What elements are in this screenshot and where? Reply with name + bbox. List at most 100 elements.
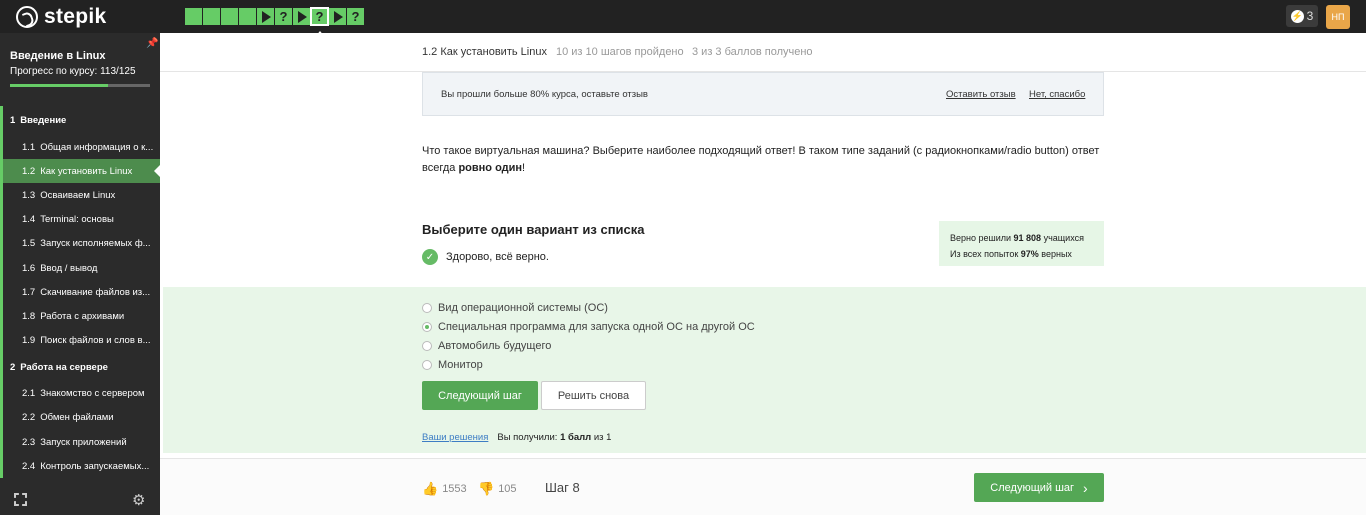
course-title[interactable]: Введение в Linux <box>10 50 106 62</box>
stats-attempts-value: 97% <box>1020 249 1039 259</box>
sidebar-item-number: 1.6 <box>22 262 36 274</box>
step-navigation: ??? <box>185 7 364 37</box>
sidebar-lesson-1-7[interactable]: 1.7 Скачивание файлов из... <box>0 280 160 305</box>
brand-name: stepik <box>44 5 107 28</box>
sidebar-item-number: 2.2 <box>22 412 36 424</box>
radio-button[interactable] <box>422 302 432 313</box>
sidebar-item-number: 1.2 <box>22 165 36 177</box>
sidebar-item-label: Поиск файлов и слов в... <box>40 335 151 347</box>
sidebar-item-number: 1.9 <box>22 335 36 347</box>
next-step-button[interactable]: Следующий шаг <box>422 381 538 410</box>
sidebar-item-label: Знакомство с сервером <box>40 388 145 400</box>
stats-solved-value: 91 808 <box>1013 233 1042 243</box>
gear-icon[interactable]: ⚙ <box>132 491 145 509</box>
sidebar-lesson-1-8[interactable]: 1.8 Работа с архивами <box>0 304 160 329</box>
pin-icon[interactable]: 📌 <box>146 38 158 49</box>
like-button[interactable]: 👍 1553 <box>422 481 467 497</box>
sidebar-lesson-2-4[interactable]: 2.4 Контроль запускаемых... <box>0 454 160 479</box>
step-quiz-6[interactable]: ? <box>275 8 292 25</box>
answer-option-label: Автомобиль будущего <box>438 339 552 352</box>
sidebar-item-label: Общая информация о к... <box>40 141 154 153</box>
step-label: Шаг 8 <box>545 480 580 495</box>
step-text-1[interactable] <box>185 8 202 25</box>
radio-button[interactable] <box>422 321 432 332</box>
radio-button[interactable] <box>422 359 432 370</box>
leave-review-link[interactable]: Оставить отзыв <box>946 89 1016 100</box>
sidebar-item-label: Как установить Linux <box>40 165 133 177</box>
sidebar-section-2[interactable]: 2 Работа на сервере <box>0 352 160 382</box>
thumbs-up-icon: 👍 <box>422 481 439 496</box>
answer-option[interactable]: Вид операционной системы (ОС) <box>422 298 755 317</box>
step-text-3[interactable] <box>221 8 238 25</box>
sidebar-lesson-2-1[interactable]: 2.1 Знакомство с сервером <box>0 381 160 406</box>
sidebar-item-label: Terminal: основы <box>40 214 114 226</box>
sidebar-lesson-2-3[interactable]: 2.3 Запуск приложений <box>0 430 160 455</box>
play-icon <box>262 10 271 23</box>
question-icon: ? <box>315 9 324 24</box>
sidebar-item-number: 1.5 <box>22 238 36 250</box>
sidebar-lesson-1-4[interactable]: 1.4 Terminal: основы <box>0 207 160 232</box>
footer-next-step-button[interactable]: Следующий шаг › <box>974 473 1104 502</box>
answer-option-label: Монитор <box>438 358 483 371</box>
avatar[interactable]: НП <box>1326 5 1350 29</box>
question-text-bold: ровно один <box>458 162 523 174</box>
sidebar-item-label: Обмен файлами <box>40 412 114 424</box>
answer-option-label: Специальная программа для запуска одной … <box>438 320 755 333</box>
sidebar-lesson-1-3[interactable]: 1.3 Осваиваем Linux <box>0 183 160 208</box>
answer-option[interactable]: Специальная программа для запуска одной … <box>422 317 755 336</box>
step-footer: 👍 1553 👎 105 Шаг 8 Следующий шаг › <box>160 458 1366 515</box>
dislike-count: 105 <box>498 483 517 495</box>
sidebar-lesson-1-2[interactable]: 1.2 Как установить Linux <box>0 159 160 184</box>
sidebar-lesson-1-9[interactable]: 1.9 Поиск файлов и слов в... <box>0 328 160 353</box>
no-thanks-link[interactable]: Нет, спасибо <box>1029 89 1085 100</box>
footer-next-step-label: Следующий шаг <box>990 481 1075 494</box>
your-solutions-link[interactable]: Ваши решения <box>422 432 488 443</box>
step-video-9[interactable] <box>329 8 346 25</box>
sidebar-item-label: Работа с архивами <box>40 310 125 322</box>
step-quiz-8[interactable]: ? <box>310 7 329 37</box>
stats-attempts: Из всех попыток 97% верных <box>950 246 1104 262</box>
score-line: Ваши решения Вы получили: 1 балл из 1 <box>422 432 611 443</box>
chevron-right-icon: › <box>1083 479 1088 496</box>
answer-option[interactable]: Монитор <box>422 355 755 374</box>
sidebar-item-number: 2 <box>10 361 16 373</box>
answer-option-label: Вид операционной системы (ОС) <box>438 301 608 314</box>
sidebar-section-1[interactable]: 1 Введение <box>0 106 160 135</box>
step-text-2[interactable] <box>203 8 220 25</box>
score-prefix: Вы получили: <box>497 432 561 443</box>
question-text-end: ! <box>522 162 526 174</box>
dislike-button[interactable]: 👎 105 <box>478 481 517 497</box>
like-count: 1553 <box>442 483 467 495</box>
radio-button[interactable] <box>422 340 432 351</box>
sidebar-item-number: 1.1 <box>22 141 36 153</box>
sidebar-item-number: 1.7 <box>22 286 36 298</box>
play-icon <box>298 10 307 23</box>
stepik-logo[interactable]: stepik <box>16 5 107 29</box>
energy-indicator[interactable]: ⚡ 3 <box>1286 5 1318 27</box>
top-bar: stepik ??? ⚡ 3 НП <box>0 0 1366 37</box>
sidebar-item-label: Введение <box>20 115 67 126</box>
course-sidebar: 📌 Введение в Linux Прогресс по курсу: 11… <box>0 33 160 515</box>
step-video-7[interactable] <box>293 8 310 25</box>
correct-message: ✓ Здорово, всё верно. <box>422 249 549 265</box>
sidebar-item-number: 1.8 <box>22 310 36 322</box>
step-video-5[interactable] <box>257 8 274 25</box>
sidebar-item-label: Работа на сервере <box>20 361 108 373</box>
sidebar-lesson-1-6[interactable]: 1.6 Ввод / вывод <box>0 255 160 281</box>
sidebar-lesson-2-2[interactable]: 2.2 Обмен файлами <box>0 405 160 431</box>
retry-button[interactable]: Решить снова <box>541 381 646 410</box>
sidebar-lesson-1-1[interactable]: 1.1 Общая информация о к... <box>0 135 160 160</box>
answer-options: Вид операционной системы (ОС) Специальная… <box>422 298 755 374</box>
score-suffix: из 1 <box>591 432 612 443</box>
lesson-header: 1.2 Как установить Linux 10 из 10 шагов … <box>160 33 1366 72</box>
stats-solved: Верно решили 91 808 учащихся <box>950 230 1104 246</box>
sidebar-lesson-1-5[interactable]: 1.5 Запуск исполняемых ф... <box>0 231 160 256</box>
step-text-4[interactable] <box>239 8 256 25</box>
answer-option[interactable]: Автомобиль будущего <box>422 336 755 355</box>
steps-done: 10 из 10 шагов пройдено <box>556 46 684 58</box>
score-value: 1 балл <box>560 432 592 443</box>
step-quiz-10[interactable]: ? <box>347 8 364 25</box>
fullscreen-icon[interactable] <box>14 493 27 506</box>
sidebar-item-label: Скачивание файлов из... <box>40 286 151 298</box>
course-progress-fill <box>10 84 108 87</box>
